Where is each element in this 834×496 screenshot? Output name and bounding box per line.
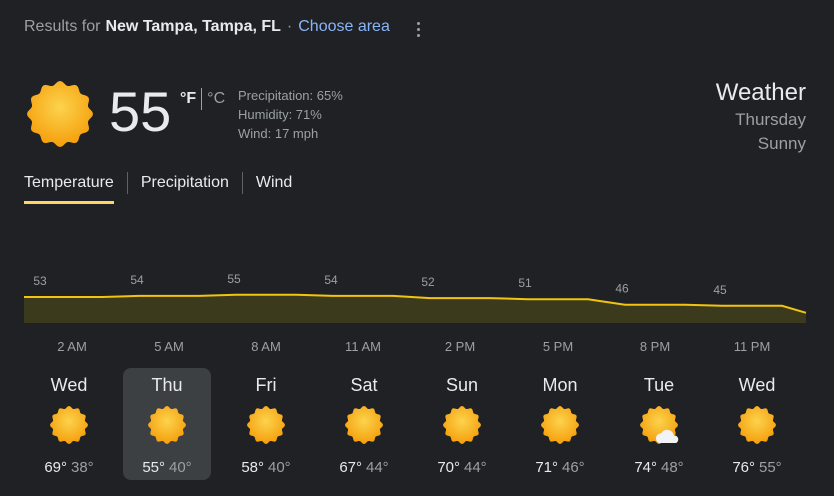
high-temp: 69° bbox=[44, 459, 67, 476]
high-temp: 74° bbox=[634, 459, 657, 476]
partly-cloudy-icon bbox=[640, 406, 679, 444]
data-label: 46 bbox=[615, 282, 629, 296]
day-name: Fri bbox=[255, 375, 277, 395]
temperature-area bbox=[24, 294, 806, 323]
forecast-day-sun[interactable]: Sun 70° 44° bbox=[418, 368, 506, 480]
tab-divider bbox=[126, 172, 128, 194]
forecast-day-tue[interactable]: Tue 74° 48° bbox=[615, 368, 703, 480]
humidity-text: Humidity: 71% bbox=[238, 107, 322, 122]
sunny-icon bbox=[27, 81, 93, 147]
temp-range: 55° 40° bbox=[123, 459, 211, 476]
hour-label: 2 PM bbox=[444, 339, 476, 354]
unit-toggle: °F °C bbox=[180, 88, 225, 110]
tab-temperature[interactable]: Temperature bbox=[24, 170, 114, 204]
fahrenheit-toggle[interactable]: °F bbox=[180, 90, 196, 108]
tab-precipitation[interactable]: Precipitation bbox=[141, 170, 229, 204]
sunny-icon bbox=[148, 406, 186, 444]
high-temp: 55° bbox=[142, 459, 165, 476]
sunny-icon bbox=[738, 406, 776, 444]
data-label: 54 bbox=[324, 273, 338, 287]
low-temp: 46° bbox=[562, 459, 585, 476]
weather-details: Precipitation: 65% Humidity: 71% Wind: 1… bbox=[238, 86, 343, 143]
data-label: 51 bbox=[518, 276, 532, 290]
data-label: 52 bbox=[421, 275, 435, 289]
hour-label: 5 PM bbox=[542, 339, 574, 354]
day-name: Wed bbox=[738, 375, 776, 395]
location-name: New Tampa, Tampa, FL bbox=[105, 18, 281, 35]
high-temp: 71° bbox=[535, 459, 558, 476]
hour-label: 2 AM bbox=[57, 339, 87, 354]
data-label: 54 bbox=[130, 273, 144, 287]
wind-text: Wind: 17 mph bbox=[238, 126, 319, 141]
sunny-icon bbox=[443, 406, 481, 444]
sunny-icon bbox=[50, 406, 88, 444]
low-temp: 48° bbox=[661, 459, 684, 476]
data-label: 45 bbox=[713, 283, 727, 297]
day-name: Wed bbox=[50, 375, 88, 395]
weather-title-block: Weather Thursday Sunny bbox=[716, 78, 806, 156]
forecast-day-fri[interactable]: Fri 58° 40° bbox=[222, 368, 310, 480]
temp-range: 71° 46° bbox=[516, 459, 604, 476]
tab-divider bbox=[241, 172, 243, 194]
weather-title: Weather bbox=[715, 79, 806, 106]
temp-range: 76° 55° bbox=[713, 459, 801, 476]
day-name: Mon bbox=[542, 375, 578, 395]
forecast-day-sat[interactable]: Sat 67° 44° bbox=[320, 368, 408, 480]
temp-range: 67° 44° bbox=[320, 459, 408, 476]
temp-range: 58° 40° bbox=[222, 459, 310, 476]
day-name: Sat bbox=[350, 375, 378, 395]
hour-label: 11 PM bbox=[733, 339, 771, 354]
hour-label: 8 AM bbox=[251, 339, 281, 354]
more-options-icon[interactable] bbox=[410, 18, 426, 40]
high-temp: 58° bbox=[241, 459, 264, 476]
data-label: 53 bbox=[33, 274, 47, 288]
forecast-day-wed[interactable]: Wed 76° 55° bbox=[713, 368, 801, 480]
tab-wind[interactable]: Wind bbox=[256, 170, 292, 204]
low-temp: 40° bbox=[169, 459, 192, 476]
chart-tabs: Temperature Precipitation Wind bbox=[24, 170, 292, 204]
forecast-day-thu[interactable]: Thu 55° 40° bbox=[123, 368, 211, 480]
high-temp: 76° bbox=[732, 459, 755, 476]
sunny-icon bbox=[541, 406, 579, 444]
day-name: Tue bbox=[643, 375, 675, 395]
day-name: Thu bbox=[151, 375, 183, 395]
current-temperature: 55 bbox=[109, 80, 172, 143]
low-temp: 38° bbox=[71, 459, 94, 476]
sunny-icon bbox=[247, 406, 285, 444]
low-temp: 55° bbox=[759, 459, 782, 476]
hour-label: 8 PM bbox=[639, 339, 671, 354]
low-temp: 44° bbox=[366, 459, 389, 476]
day-name: Sun bbox=[445, 375, 479, 395]
low-temp: 40° bbox=[268, 459, 291, 476]
temperature-chart: 53 54 55 54 52 51 46 45 bbox=[24, 272, 807, 323]
results-for-label: Results for bbox=[24, 18, 101, 35]
forecast-day-wed[interactable]: Wed 69° 38° bbox=[25, 368, 113, 480]
low-temp: 44° bbox=[464, 459, 487, 476]
forecast-day-mon[interactable]: Mon 71° 46° bbox=[516, 368, 604, 480]
results-header: Results for New Tampa, Tampa, FL · Choos… bbox=[24, 18, 390, 36]
condition-text: Sunny bbox=[757, 134, 806, 153]
hour-label: 11 AM bbox=[345, 339, 381, 354]
celsius-toggle[interactable]: °C bbox=[207, 90, 225, 108]
unit-divider bbox=[201, 88, 203, 110]
day-name: Thursday bbox=[735, 110, 806, 129]
high-temp: 67° bbox=[339, 459, 362, 476]
temp-range: 74° 48° bbox=[615, 459, 703, 476]
hour-label: 5 AM bbox=[154, 339, 184, 354]
data-label: 55 bbox=[227, 272, 241, 286]
sunny-icon bbox=[345, 406, 383, 444]
temp-range: 70° 44° bbox=[418, 459, 506, 476]
high-temp: 70° bbox=[437, 459, 460, 476]
temp-range: 69° 38° bbox=[25, 459, 113, 476]
separator: · bbox=[286, 18, 293, 35]
precipitation-text: Precipitation: 65% bbox=[238, 88, 343, 103]
choose-area-link[interactable]: Choose area bbox=[298, 18, 390, 36]
